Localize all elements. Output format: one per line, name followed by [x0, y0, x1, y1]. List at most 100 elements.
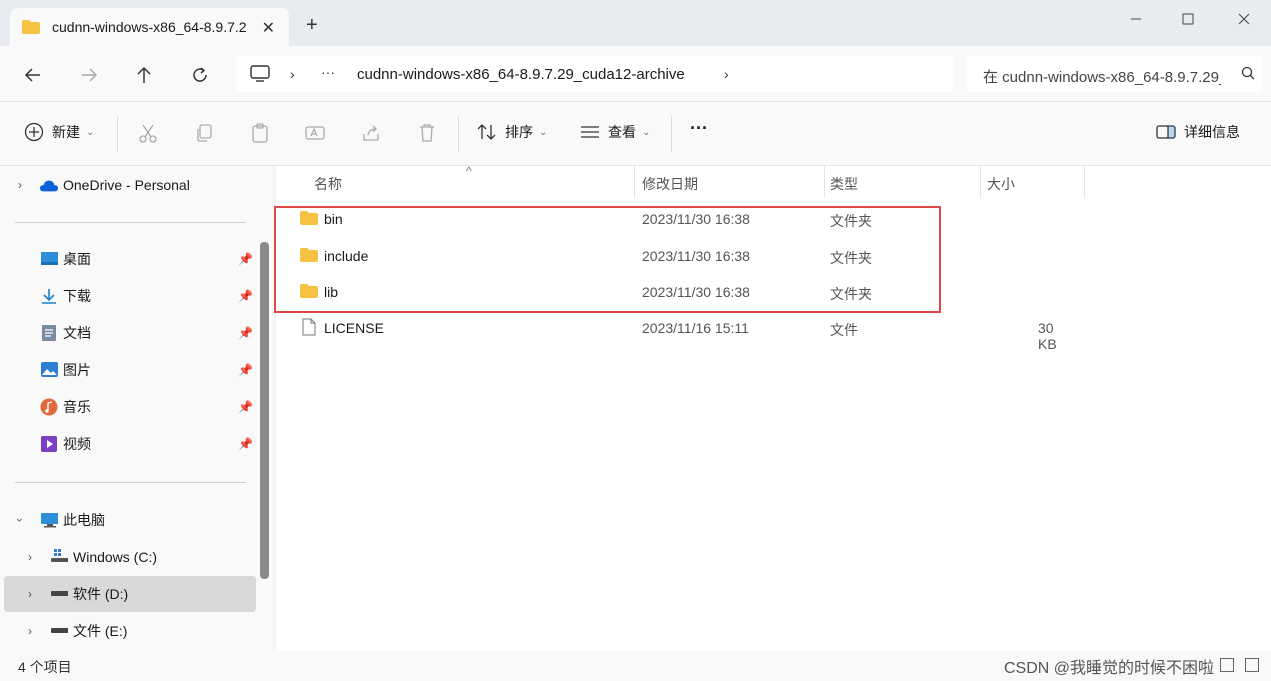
maximize-button[interactable]: [1173, 8, 1203, 30]
close-icon: [1238, 13, 1250, 25]
column-header-date[interactable]: 修改日期: [642, 174, 698, 194]
arrow-right-icon: [82, 68, 98, 82]
navigation-pane: › OneDrive - Personal 桌面 📌 下载 📌 文档 📌 图片 …: [0, 166, 274, 651]
download-icon: [42, 289, 56, 304]
chevron-right-icon[interactable]: ›: [18, 178, 22, 192]
pictures-icon: [41, 362, 58, 377]
folder-icon: [22, 20, 40, 34]
refresh-button[interactable]: [187, 62, 213, 88]
chevron-down-icon: ⌄: [642, 126, 651, 138]
document-icon: [42, 325, 56, 341]
column-divider[interactable]: [1084, 166, 1085, 198]
pin-icon[interactable]: 📌: [238, 437, 253, 451]
forward-button[interactable]: [76, 62, 102, 88]
sidebar-item-downloads[interactable]: 下载 📌: [0, 278, 256, 314]
rename-icon[interactable]: [304, 122, 326, 144]
watermark: CSDN @我睡觉的时候不困啦: [1004, 660, 1215, 677]
address-bar[interactable]: › ··· cudnn-windows-x86_64-8.9.7.29_cuda…: [236, 56, 954, 92]
breadcrumb-overflow[interactable]: ···: [321, 64, 335, 80]
chevron-down-icon: ⌄: [539, 126, 548, 138]
sidebar-item-videos[interactable]: 视频 📌: [0, 426, 256, 462]
up-button[interactable]: [131, 62, 157, 88]
tiles-view-icon[interactable]: [1245, 658, 1259, 672]
sidebar-label: 文档: [63, 325, 91, 341]
column-divider[interactable]: [824, 166, 825, 198]
annotation-highlight-box: [274, 206, 941, 313]
file-row-license[interactable]: LICENSE 2023/11/16 15:11 文件 30 KB: [276, 311, 1076, 352]
column-header-type[interactable]: 类型: [830, 174, 858, 194]
arrow-up-icon: [137, 66, 151, 83]
toolbar-divider: [117, 116, 118, 152]
new-button[interactable]: 新建 ⌄: [24, 122, 94, 142]
view-button[interactable]: 查看 ⌄: [580, 122, 650, 142]
toolbar-divider: [671, 116, 672, 152]
details-view-icon[interactable]: [1220, 658, 1234, 672]
new-tab-button[interactable]: +: [306, 15, 318, 35]
search-input[interactable]: 在 cudnn-windows-x86_64-8.9.7.29_cuda12-a…: [983, 66, 1221, 87]
breadcrumb-end-chevron-icon[interactable]: ›: [724, 66, 729, 82]
search-icon: [1241, 66, 1255, 80]
sidebar-label: 视频: [63, 436, 91, 452]
file-date: 2023/11/16 15:11: [642, 320, 749, 336]
sidebar-item-pictures[interactable]: 图片 📌: [0, 352, 256, 388]
minimize-icon: [1131, 18, 1141, 20]
column-header-size[interactable]: 大小: [987, 174, 1015, 194]
details-button[interactable]: 详细信息: [1156, 122, 1240, 142]
chevron-right-icon[interactable]: ›: [28, 587, 32, 601]
chevron-down-icon: ⌄: [86, 126, 95, 138]
chevron-right-icon[interactable]: ›: [28, 624, 32, 638]
pin-icon[interactable]: 📌: [238, 326, 253, 340]
column-header-name[interactable]: 名称: [314, 174, 342, 194]
delete-icon[interactable]: [416, 122, 438, 144]
pin-icon[interactable]: 📌: [238, 400, 253, 414]
sidebar-label: 文件 (E:): [73, 623, 128, 639]
pin-icon[interactable]: 📌: [238, 252, 253, 266]
sidebar-label: Windows (C:): [73, 549, 158, 565]
toolbar-divider: [458, 116, 459, 152]
sort-ascending-icon: ^: [466, 164, 472, 178]
sort-icon: [477, 124, 496, 140]
cloud-icon: [40, 180, 58, 192]
arrow-left-icon: [24, 68, 40, 82]
sidebar-item-drive-e[interactable]: › 文件 (E:): [0, 613, 256, 649]
sidebar-item-drive-c[interactable]: › Windows (C:): [0, 539, 256, 575]
pin-icon[interactable]: 📌: [238, 289, 253, 303]
navigation-bar: › ··· cudnn-windows-x86_64-8.9.7.29_cuda…: [0, 46, 1271, 102]
copy-icon[interactable]: [193, 122, 215, 144]
minimize-button[interactable]: [1121, 8, 1151, 30]
view-label: 查看: [608, 124, 636, 140]
more-options-button[interactable]: ···: [690, 118, 708, 139]
command-bar: 新建 ⌄ 排序 ⌄ 查看 ⌄ ··· 详细信息: [0, 102, 1271, 166]
sidebar-item-drive-d[interactable]: › 软件 (D:): [4, 576, 256, 612]
search-box[interactable]: 在 cudnn-windows-x86_64-8.9.7.29_cuda12-a…: [966, 56, 1263, 92]
close-window-button[interactable]: [1229, 8, 1259, 30]
sidebar-label: 此电脑: [63, 512, 105, 528]
column-divider[interactable]: [980, 166, 981, 198]
sidebar-item-this-pc[interactable]: › 此电脑: [0, 502, 256, 538]
sidebar-item-desktop[interactable]: 桌面 📌: [0, 241, 256, 277]
item-count: 4 个项目: [18, 659, 72, 675]
sidebar-label: 软件 (D:): [73, 586, 129, 602]
share-icon[interactable]: [360, 122, 382, 144]
chevron-down-icon[interactable]: ›: [13, 518, 27, 522]
sidebar-item-documents[interactable]: 文档 📌: [0, 315, 256, 351]
pin-icon[interactable]: 📌: [238, 363, 253, 377]
sidebar-label: 音乐: [63, 399, 91, 415]
sidebar-scrollbar[interactable]: [260, 242, 269, 579]
chevron-right-icon[interactable]: ›: [28, 550, 32, 564]
paste-icon[interactable]: [249, 122, 271, 144]
sort-button[interactable]: 排序 ⌄: [477, 122, 547, 142]
file-size: 30 KB: [1038, 320, 1057, 352]
active-tab[interactable]: cudnn-windows-x86_64-8.9.7.29_cuda12-arc…: [10, 8, 289, 46]
tab-title: cudnn-windows-x86_64-8.9.7.29_cuda12-arc…: [52, 19, 247, 35]
drive-icon: [51, 591, 68, 596]
details-pane-icon: [1156, 125, 1176, 139]
sidebar-item-onedrive[interactable]: › OneDrive - Personal: [0, 167, 256, 203]
breadcrumb-current[interactable]: cudnn-windows-x86_64-8.9.7.29_cuda12-arc…: [357, 66, 685, 83]
sidebar-item-music[interactable]: 音乐 📌: [0, 389, 256, 425]
plus-circle-icon: [24, 122, 44, 142]
column-divider[interactable]: [634, 166, 635, 198]
back-button[interactable]: [20, 62, 46, 88]
cut-icon[interactable]: [137, 122, 159, 144]
tab-close-icon[interactable]: ✕: [262, 18, 275, 38]
